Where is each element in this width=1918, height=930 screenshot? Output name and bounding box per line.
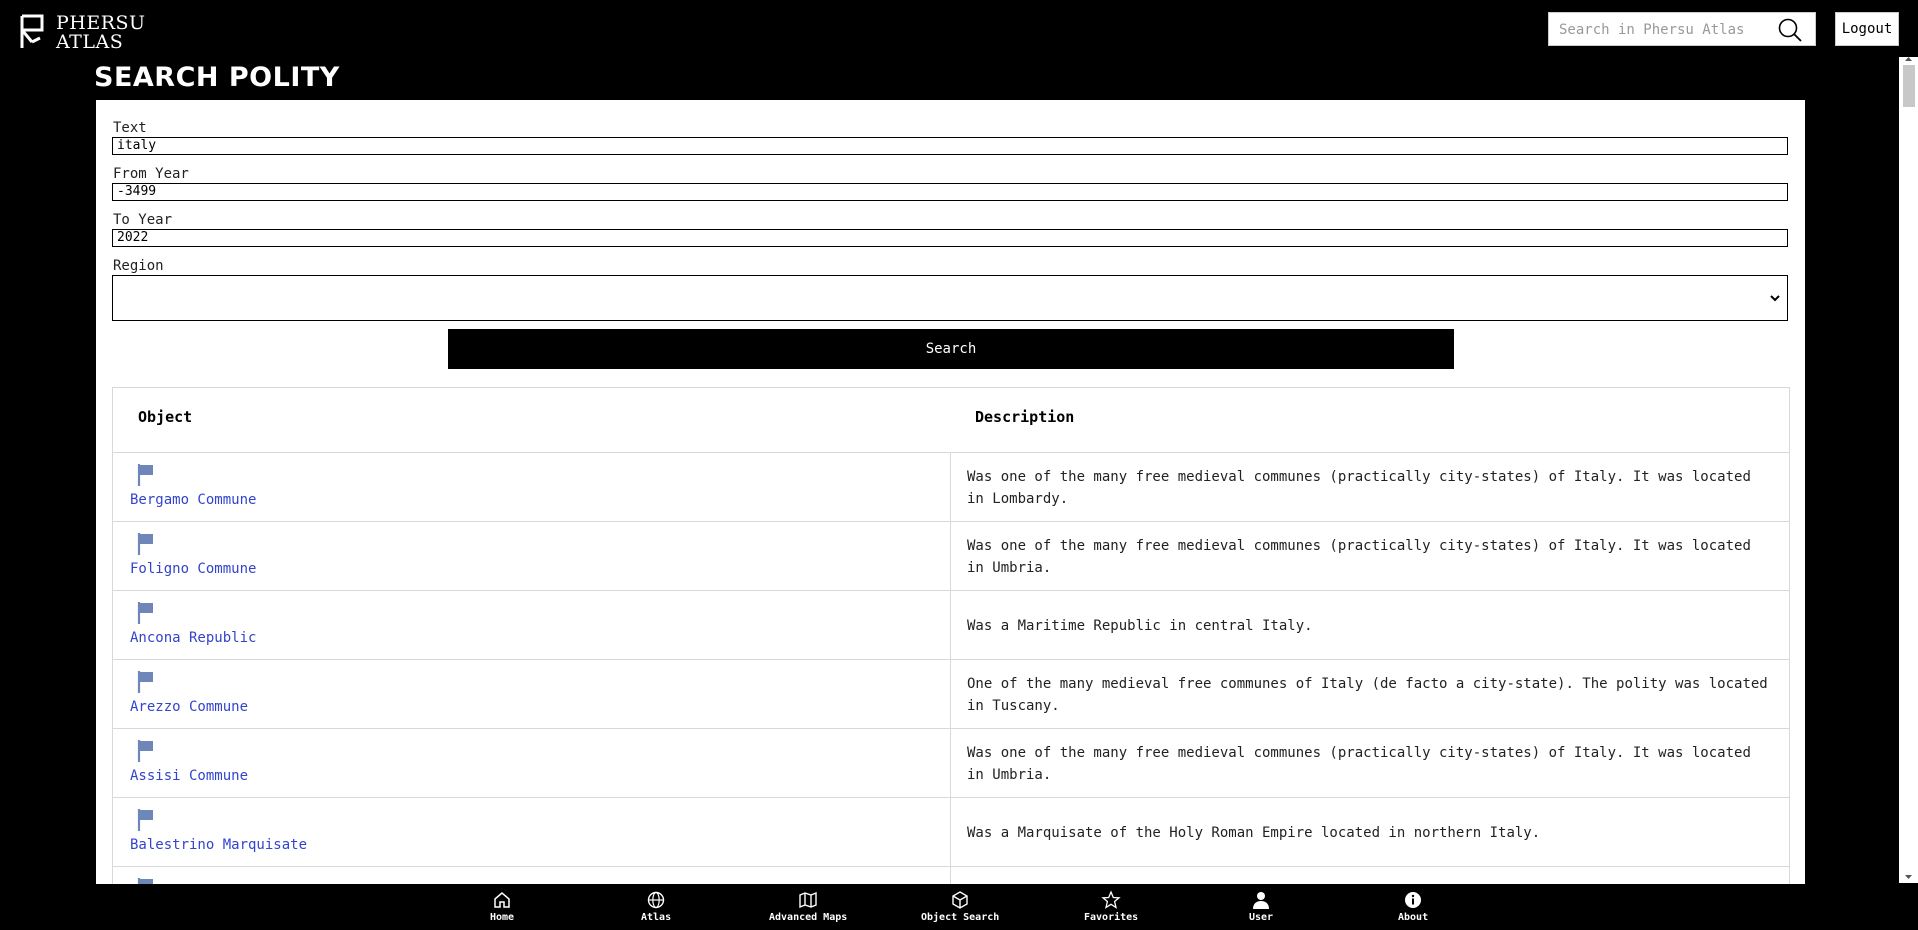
nav-object-search[interactable]: Object Search bbox=[921, 890, 999, 923]
table-body: Bergamo Commune Was one of the many free … bbox=[113, 453, 1789, 884]
nav-about[interactable]: About bbox=[1398, 890, 1428, 923]
object-link[interactable]: Assisi Commune bbox=[130, 768, 248, 784]
object-description: Was a Maritime Republic in central Italy… bbox=[967, 618, 1313, 634]
nav-home[interactable]: Home bbox=[490, 890, 514, 923]
object-link[interactable]: Arezzo Commune bbox=[130, 699, 248, 715]
logout-button[interactable]: Logout bbox=[1835, 12, 1899, 46]
table-row: Arezzo Commune One of the many medieval f… bbox=[113, 660, 1789, 729]
logo-text: PHERSU ATLAS bbox=[56, 14, 146, 52]
from-year-label: From Year bbox=[113, 166, 189, 182]
object-description: Was one of the many free medieval commun… bbox=[967, 745, 1751, 783]
column-divider bbox=[950, 591, 951, 660]
object-description: Was a Marquisate of the Holy Roman Empir… bbox=[967, 825, 1541, 841]
info-icon bbox=[1405, 892, 1422, 908]
map-icon bbox=[799, 891, 817, 909]
table-header: Object Description bbox=[113, 388, 1789, 453]
cube-icon bbox=[952, 891, 968, 909]
scroll-up-icon[interactable] bbox=[1904, 55, 1913, 64]
nav-advanced-maps[interactable]: Advanced Maps bbox=[769, 890, 847, 923]
flag-icon bbox=[137, 740, 153, 762]
to-year-label: To Year bbox=[113, 212, 173, 228]
object-description: Was one of the many free medieval commun… bbox=[967, 538, 1751, 576]
object-link[interactable]: Balestrino Marquisate bbox=[130, 837, 307, 853]
search-button[interactable]: Search bbox=[448, 329, 1454, 369]
object-link[interactable]: Ancona Republic bbox=[130, 630, 256, 646]
top-header: PHERSU ATLAS Logout bbox=[0, 0, 1918, 60]
to-year-input[interactable]: 2022 bbox=[112, 229, 1788, 247]
column-divider bbox=[950, 660, 951, 729]
nav-atlas[interactable]: Atlas bbox=[641, 890, 671, 923]
phersu-logo-icon bbox=[20, 14, 44, 48]
global-search[interactable] bbox=[1548, 12, 1816, 46]
column-divider bbox=[950, 798, 951, 867]
table-row: Was one of the medieval Marquisates of t… bbox=[113, 867, 1789, 884]
column-divider bbox=[950, 522, 951, 591]
table-row: Assisi Commune Was one of the many free m… bbox=[113, 729, 1789, 798]
scrollbar-thumb[interactable] bbox=[1903, 65, 1915, 107]
bottom-nav: Home Atlas Advanced Maps Object Search F… bbox=[0, 884, 1918, 930]
nav-user[interactable]: User bbox=[1249, 890, 1273, 923]
nav-label: Favorites bbox=[1084, 912, 1139, 923]
user-icon bbox=[1253, 892, 1270, 909]
table-row: Balestrino Marquisate Was a Marquisate of… bbox=[113, 798, 1789, 867]
chevron-down-icon bbox=[1770, 295, 1780, 302]
scroll-down-icon[interactable] bbox=[1904, 872, 1913, 881]
nav-label: Atlas bbox=[641, 912, 672, 923]
header-description: Description bbox=[975, 408, 1075, 426]
flag-icon bbox=[137, 809, 153, 831]
page-title: SEARCH POLITY bbox=[94, 62, 340, 93]
results-table: Object Description Bergamo Commune Was on… bbox=[112, 387, 1790, 884]
object-description: One of the many medieval free communes o… bbox=[967, 676, 1768, 714]
column-divider bbox=[950, 867, 951, 884]
column-divider bbox=[950, 453, 951, 522]
flag-icon bbox=[137, 671, 153, 693]
star-icon bbox=[1101, 890, 1121, 909]
flag-icon bbox=[137, 464, 153, 486]
object-link[interactable]: Bergamo Commune bbox=[130, 492, 256, 508]
logo-line-2: ATLAS bbox=[56, 31, 124, 53]
table-row: Ancona Republic Was a Maritime Republic i… bbox=[113, 591, 1789, 660]
from-year-input[interactable]: -3499 bbox=[112, 183, 1788, 201]
object-description: Was one of the many free medieval commun… bbox=[967, 469, 1751, 507]
search-icon[interactable] bbox=[1777, 17, 1803, 43]
table-row: Bergamo Commune Was one of the many free … bbox=[113, 453, 1789, 522]
column-divider bbox=[950, 729, 951, 798]
nav-label: Advanced Maps bbox=[769, 912, 848, 923]
globe-icon bbox=[647, 891, 665, 909]
nav-favorites[interactable]: Favorites bbox=[1084, 890, 1138, 923]
page-scrollbar[interactable] bbox=[1899, 57, 1918, 883]
region-select[interactable] bbox=[112, 275, 1788, 321]
flag-icon bbox=[137, 878, 153, 884]
phersu-atlas-logo[interactable]: PHERSU ATLAS bbox=[18, 12, 146, 52]
region-label: Region bbox=[113, 258, 164, 274]
home-icon bbox=[494, 892, 510, 908]
text-label: Text bbox=[113, 120, 147, 136]
object-link[interactable]: Foligno Commune bbox=[130, 561, 256, 577]
search-panel: Text italy From Year -3499 To Year 2022 … bbox=[96, 100, 1805, 884]
flag-icon bbox=[137, 602, 153, 624]
nav-label: Home bbox=[490, 912, 515, 923]
nav-label: User bbox=[1249, 912, 1274, 923]
text-input[interactable]: italy bbox=[112, 137, 1788, 155]
flag-icon bbox=[137, 533, 153, 555]
header-object: Object bbox=[138, 408, 193, 426]
global-search-input[interactable] bbox=[1557, 21, 1771, 39]
nav-label: About bbox=[1398, 912, 1429, 923]
table-row: Foligno Commune Was one of the many free … bbox=[113, 522, 1789, 591]
nav-label: Object Search bbox=[921, 912, 1000, 923]
